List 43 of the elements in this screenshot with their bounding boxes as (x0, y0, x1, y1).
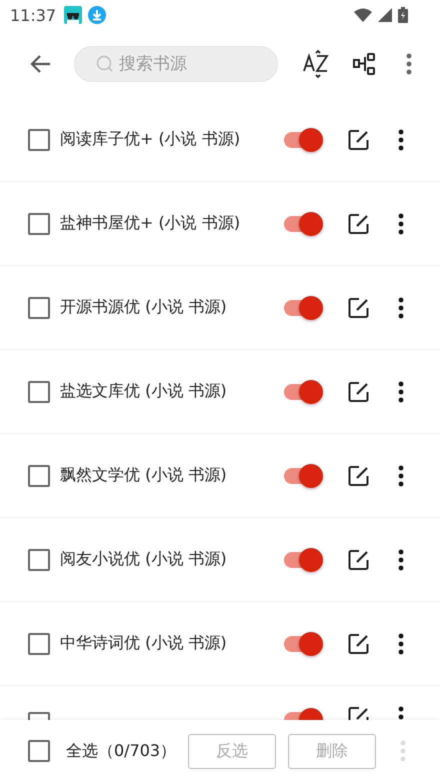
more-icon (398, 632, 404, 654)
checkbox[interactable] (28, 464, 50, 486)
checkbox[interactable] (28, 380, 50, 402)
edit-icon (348, 464, 370, 486)
more-icon (400, 740, 406, 762)
wifi-icon (354, 8, 372, 22)
source-name: 盐选文库优 (小说 书源) (60, 381, 227, 402)
edit-icon (348, 548, 370, 570)
more-icon (398, 212, 404, 234)
more-icon (398, 128, 404, 150)
source-name: 盐神书屋优+ (小说 书源) (60, 213, 240, 234)
search-field[interactable]: 搜索书源 (74, 46, 278, 82)
select-all-label: 全选（0/703） (66, 740, 176, 762)
source-name: 中华诗词优 (小说 书源) (60, 633, 227, 654)
group-icon (352, 51, 378, 77)
source-name: 阅读库子优+ (小说 书源) (60, 129, 240, 150)
source-name: 开源书源优 (小说 书源) (60, 297, 227, 318)
checkbox[interactable] (28, 296, 50, 318)
more-icon (406, 53, 412, 75)
sort-icon (302, 50, 330, 78)
battery-icon (398, 7, 408, 23)
more-icon (398, 548, 404, 570)
back-icon (30, 53, 52, 75)
signal-icon (378, 8, 392, 22)
more-icon (398, 296, 404, 318)
edit-icon (348, 212, 370, 234)
more-icon (398, 380, 404, 402)
more-icon (398, 464, 404, 486)
download-icon (88, 6, 106, 24)
checkbox[interactable] (28, 632, 50, 654)
checkbox[interactable] (28, 128, 50, 150)
edit-icon (348, 632, 370, 654)
source-name: 飘然文学优 (小说 书源) (60, 465, 227, 486)
edit-icon (348, 380, 370, 402)
edit-icon (348, 296, 370, 318)
checkbox[interactable] (28, 212, 50, 234)
source-name: 阅友小说优 (小说 书源) (60, 549, 227, 570)
status-time: 11:37 (10, 6, 56, 24)
checkbox[interactable] (28, 740, 50, 762)
edit-icon (348, 128, 370, 150)
app-notification-icon (64, 6, 82, 24)
checkbox[interactable] (28, 548, 50, 570)
search-icon (96, 55, 114, 73)
